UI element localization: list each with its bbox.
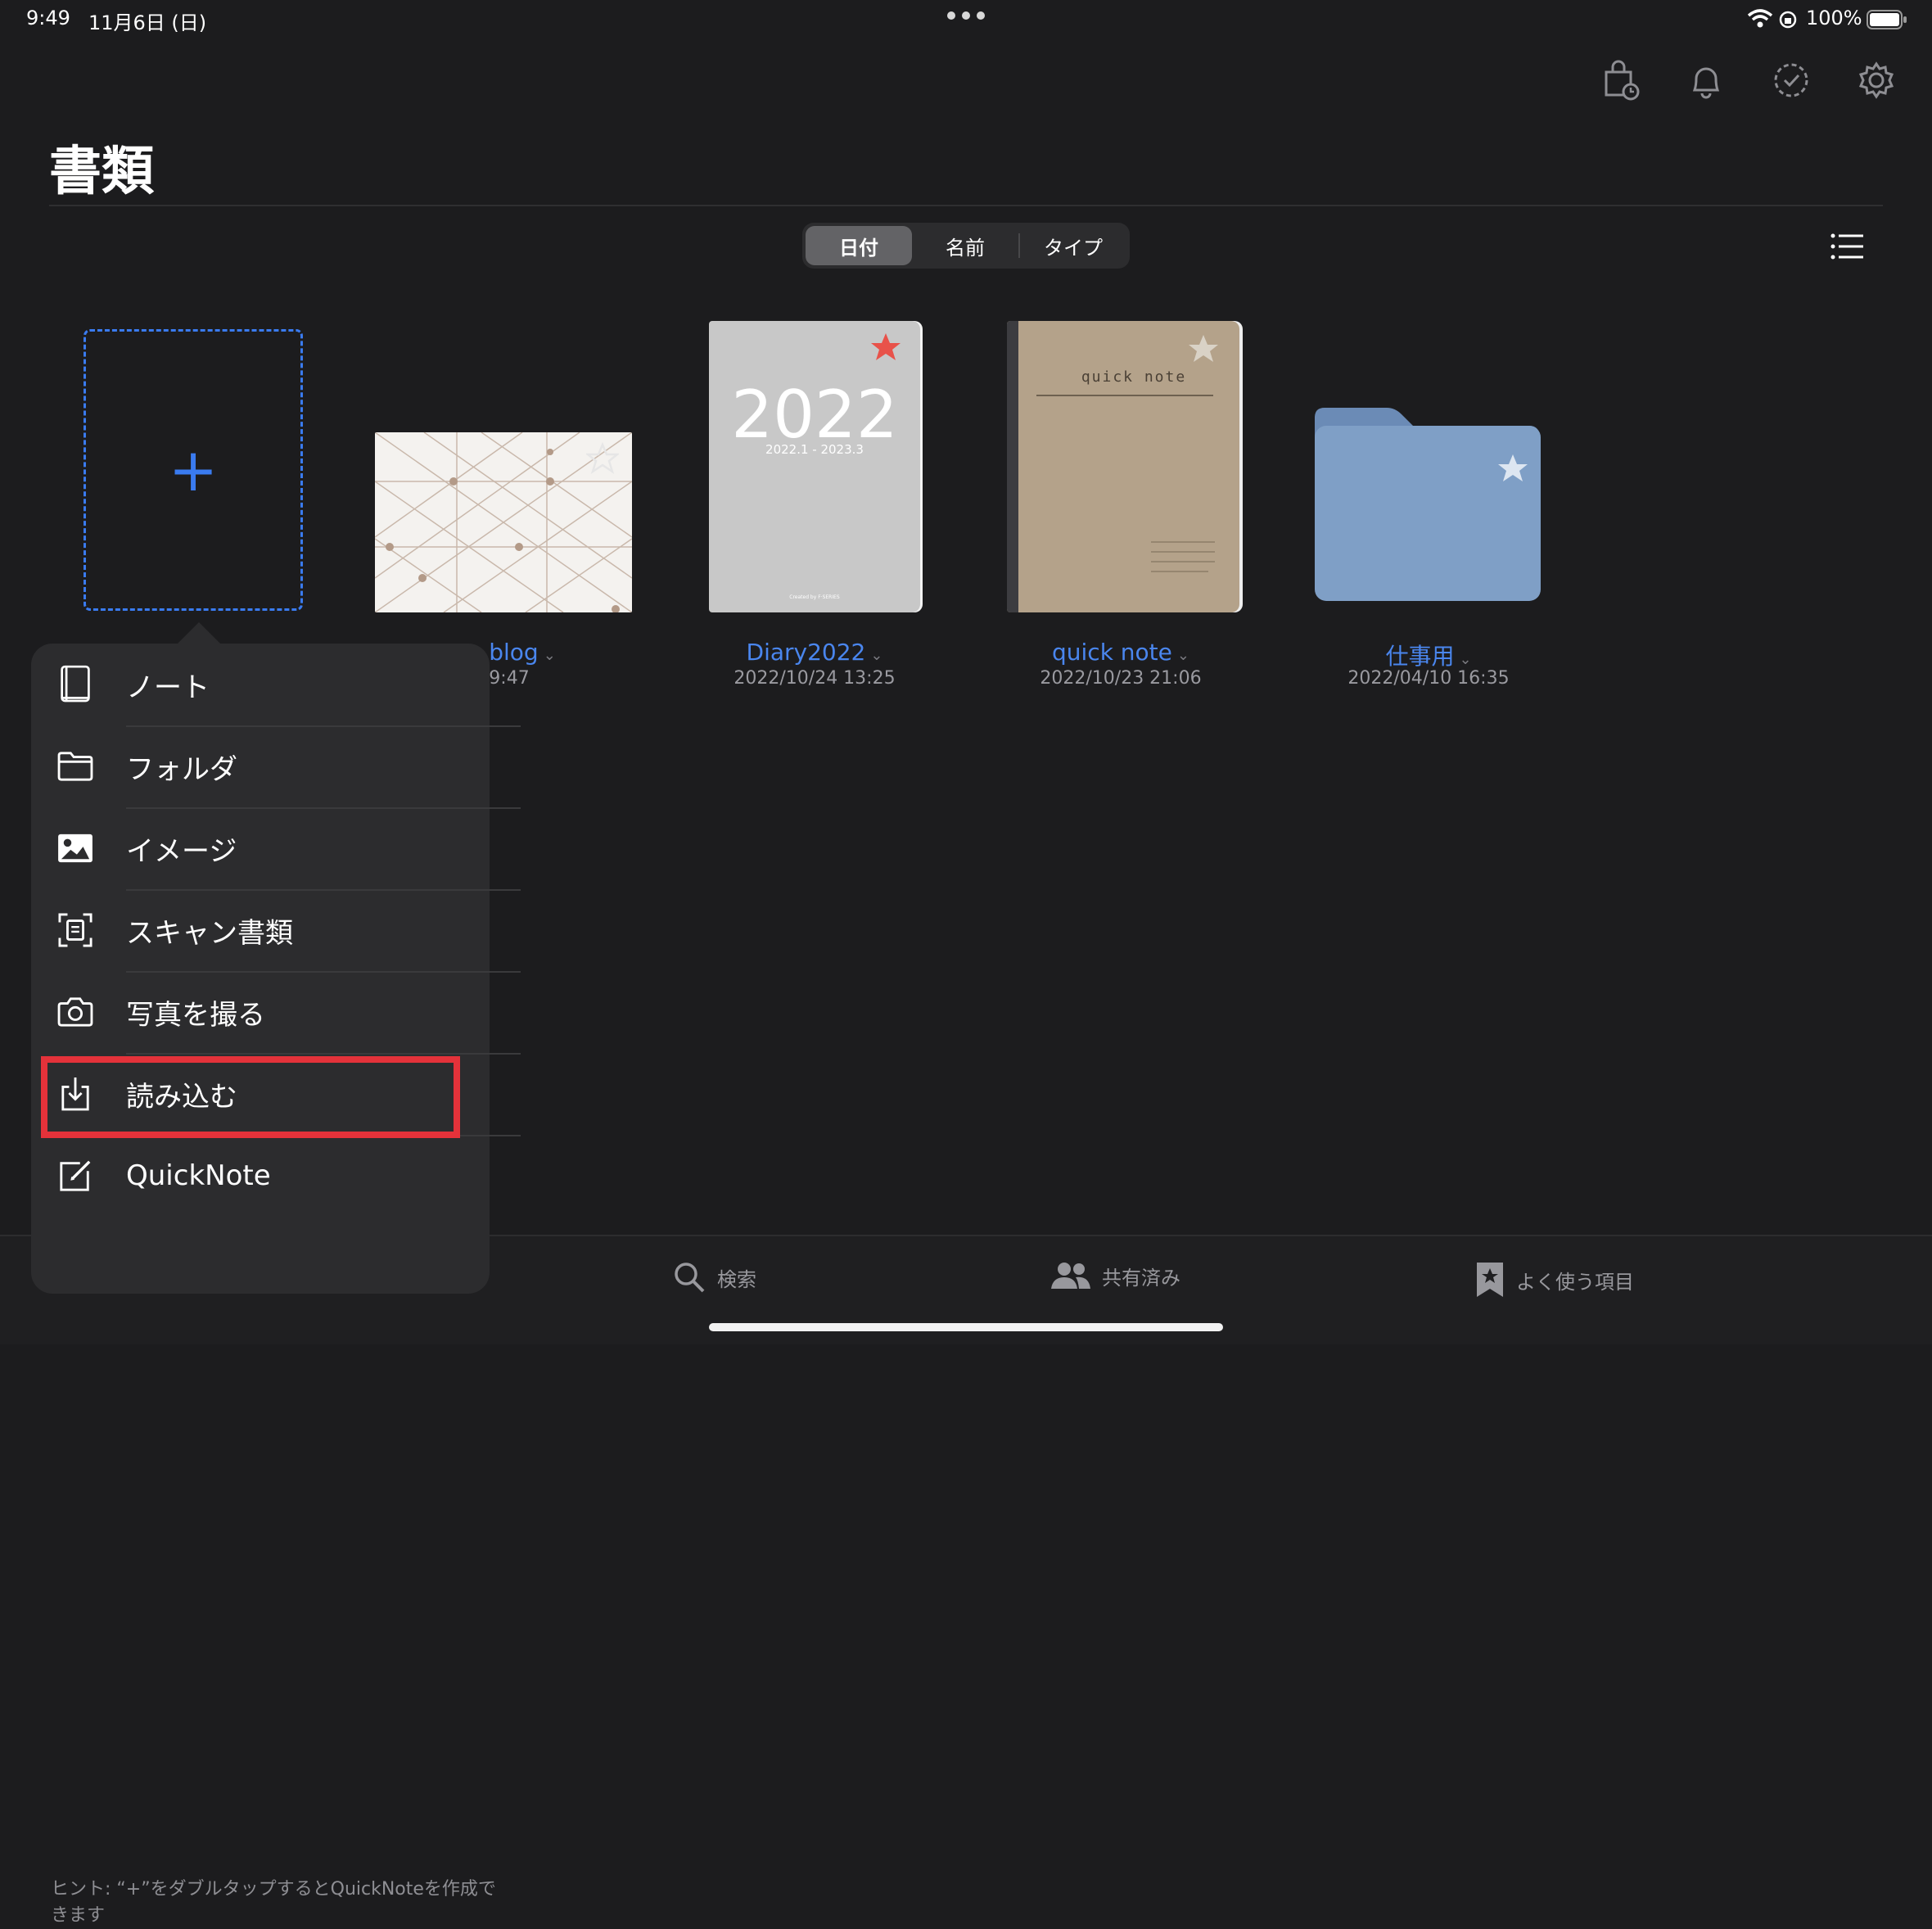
camera-icon <box>54 991 97 1033</box>
notebook-spine <box>1007 321 1018 612</box>
quicknote-icon <box>54 1154 97 1197</box>
document-blog-thumbnail[interactable] <box>375 432 632 612</box>
folder-work-thumbnail[interactable] <box>1315 406 1541 601</box>
tab-search[interactable]: 検索 <box>673 1261 756 1294</box>
search-icon <box>675 1263 705 1293</box>
diary-cover-credit: Created by F·SERIES <box>789 594 840 600</box>
menu-item-quicknote[interactable]: QuickNote <box>31 1135 490 1217</box>
star-outline-icon[interactable] <box>585 441 621 475</box>
document-date-diary2022: 2022/10/24 13:25 <box>734 668 896 689</box>
cover-title-underline <box>1036 395 1213 396</box>
star-filled-icon[interactable] <box>869 331 902 364</box>
image-icon <box>54 827 97 870</box>
tab-label: 共有済み <box>1102 1266 1180 1290</box>
home-indicator[interactable] <box>709 1323 1223 1331</box>
people-icon <box>1051 1263 1090 1289</box>
sort-by-date[interactable]: 日付 <box>806 226 912 265</box>
document-name-diary2022[interactable]: Diary2022 ⌄ <box>704 639 925 666</box>
menu-item-scan[interactable]: スキャン書類 <box>31 889 490 971</box>
recent-bag-icon[interactable] <box>1598 57 1644 103</box>
notebook-icon <box>54 663 97 706</box>
list-view-icon[interactable] <box>1830 233 1863 260</box>
tab-favorites[interactable]: よく使う項目 <box>1475 1261 1634 1299</box>
menu-item-label: フォルダ <box>126 752 237 786</box>
document-name-quick-note[interactable]: quick note ⌄ <box>1010 639 1231 666</box>
folder-date-work: 2022/04/10 16:35 <box>1347 668 1510 689</box>
folder-name-work[interactable]: 仕事用 ⌄ <box>1318 639 1539 671</box>
status-time: 9:49 <box>26 7 70 29</box>
document-name-text: Diary2022 <box>746 639 866 666</box>
diary-cover-subtitle: 2022.1 - 2023.3 <box>765 442 864 457</box>
cover-lines <box>1151 541 1215 572</box>
chevron-down-icon[interactable]: ⌄ <box>1459 651 1471 668</box>
sort-by-name[interactable]: 名前 <box>912 226 1018 265</box>
gear-icon[interactable] <box>1853 57 1899 103</box>
star-outline-icon[interactable] <box>1187 332 1220 365</box>
menu-item-camera[interactable]: 写真を撮る <box>31 971 490 1053</box>
menu-item-folder[interactable]: フォルダ <box>31 725 490 807</box>
folder-icon <box>1315 408 1541 601</box>
plus-icon: + <box>168 436 219 504</box>
folder-icon <box>54 745 97 788</box>
chevron-down-icon[interactable]: ⌄ <box>1177 647 1189 664</box>
document-quick-note-thumbnail[interactable]: quick note <box>1007 321 1239 612</box>
wifi-icon <box>1747 8 1773 29</box>
bell-icon[interactable] <box>1683 57 1729 103</box>
page-title: 書類 <box>49 142 154 202</box>
quick-note-cover-title: quick note <box>1081 368 1187 386</box>
bookmark-star-icon <box>1477 1263 1503 1297</box>
menu-item-label: スキャン書類 <box>126 916 293 950</box>
menu-item-label: QuickNote <box>126 1159 271 1192</box>
tab-label: よく使う項目 <box>1516 1270 1634 1294</box>
sort-segmented-control[interactable]: 日付 名前 タイプ <box>802 223 1130 269</box>
tab-label: 検索 <box>717 1267 756 1291</box>
tab-shared[interactable]: 共有済み <box>1051 1261 1180 1290</box>
scan-icon <box>54 909 97 951</box>
menu-hint-text: ヒント: “+”をダブルタップするとQuickNoteを作成できます <box>51 1879 496 1926</box>
status-date: 11月6日 (日) <box>88 11 207 34</box>
document-name-text: blog <box>489 639 539 666</box>
folder-name-text: 仕事用 <box>1385 643 1455 670</box>
menu-item-label: 写真を撮る <box>126 998 265 1032</box>
chevron-down-icon[interactable]: ⌄ <box>544 647 556 664</box>
chevron-down-icon[interactable]: ⌄ <box>870 647 882 664</box>
battery-icon <box>1867 10 1907 29</box>
multitasking-dots[interactable] <box>947 11 985 20</box>
create-menu-popover: ノート フォルダ イメージ スキャン書類 写真を撮る 読み込む QuickNot… <box>31 644 521 1926</box>
document-date-quick-note: 2022/10/23 21:06 <box>1040 668 1202 689</box>
battery-percent: 100% <box>1806 7 1862 29</box>
sort-by-type[interactable]: タイプ <box>1020 226 1126 265</box>
menu-item-note[interactable]: ノート <box>31 644 490 725</box>
new-document-button[interactable]: + <box>84 329 303 611</box>
menu-item-image[interactable]: イメージ <box>31 807 490 889</box>
star-outline-icon[interactable] <box>1496 452 1529 485</box>
header-divider <box>49 205 1883 206</box>
menu-item-label: イメージ <box>126 834 237 868</box>
check-circle-icon[interactable] <box>1768 57 1814 103</box>
import-highlight-box <box>41 1056 460 1138</box>
menu-item-label: ノート <box>126 671 210 704</box>
popover-arrow <box>176 622 222 645</box>
rotation-lock-icon <box>1778 10 1798 29</box>
document-diary2022-thumbnail[interactable]: 2022 2022.1 - 2023.3 Created by F·SERIES <box>709 321 920 612</box>
document-name-text: quick note <box>1052 639 1172 666</box>
